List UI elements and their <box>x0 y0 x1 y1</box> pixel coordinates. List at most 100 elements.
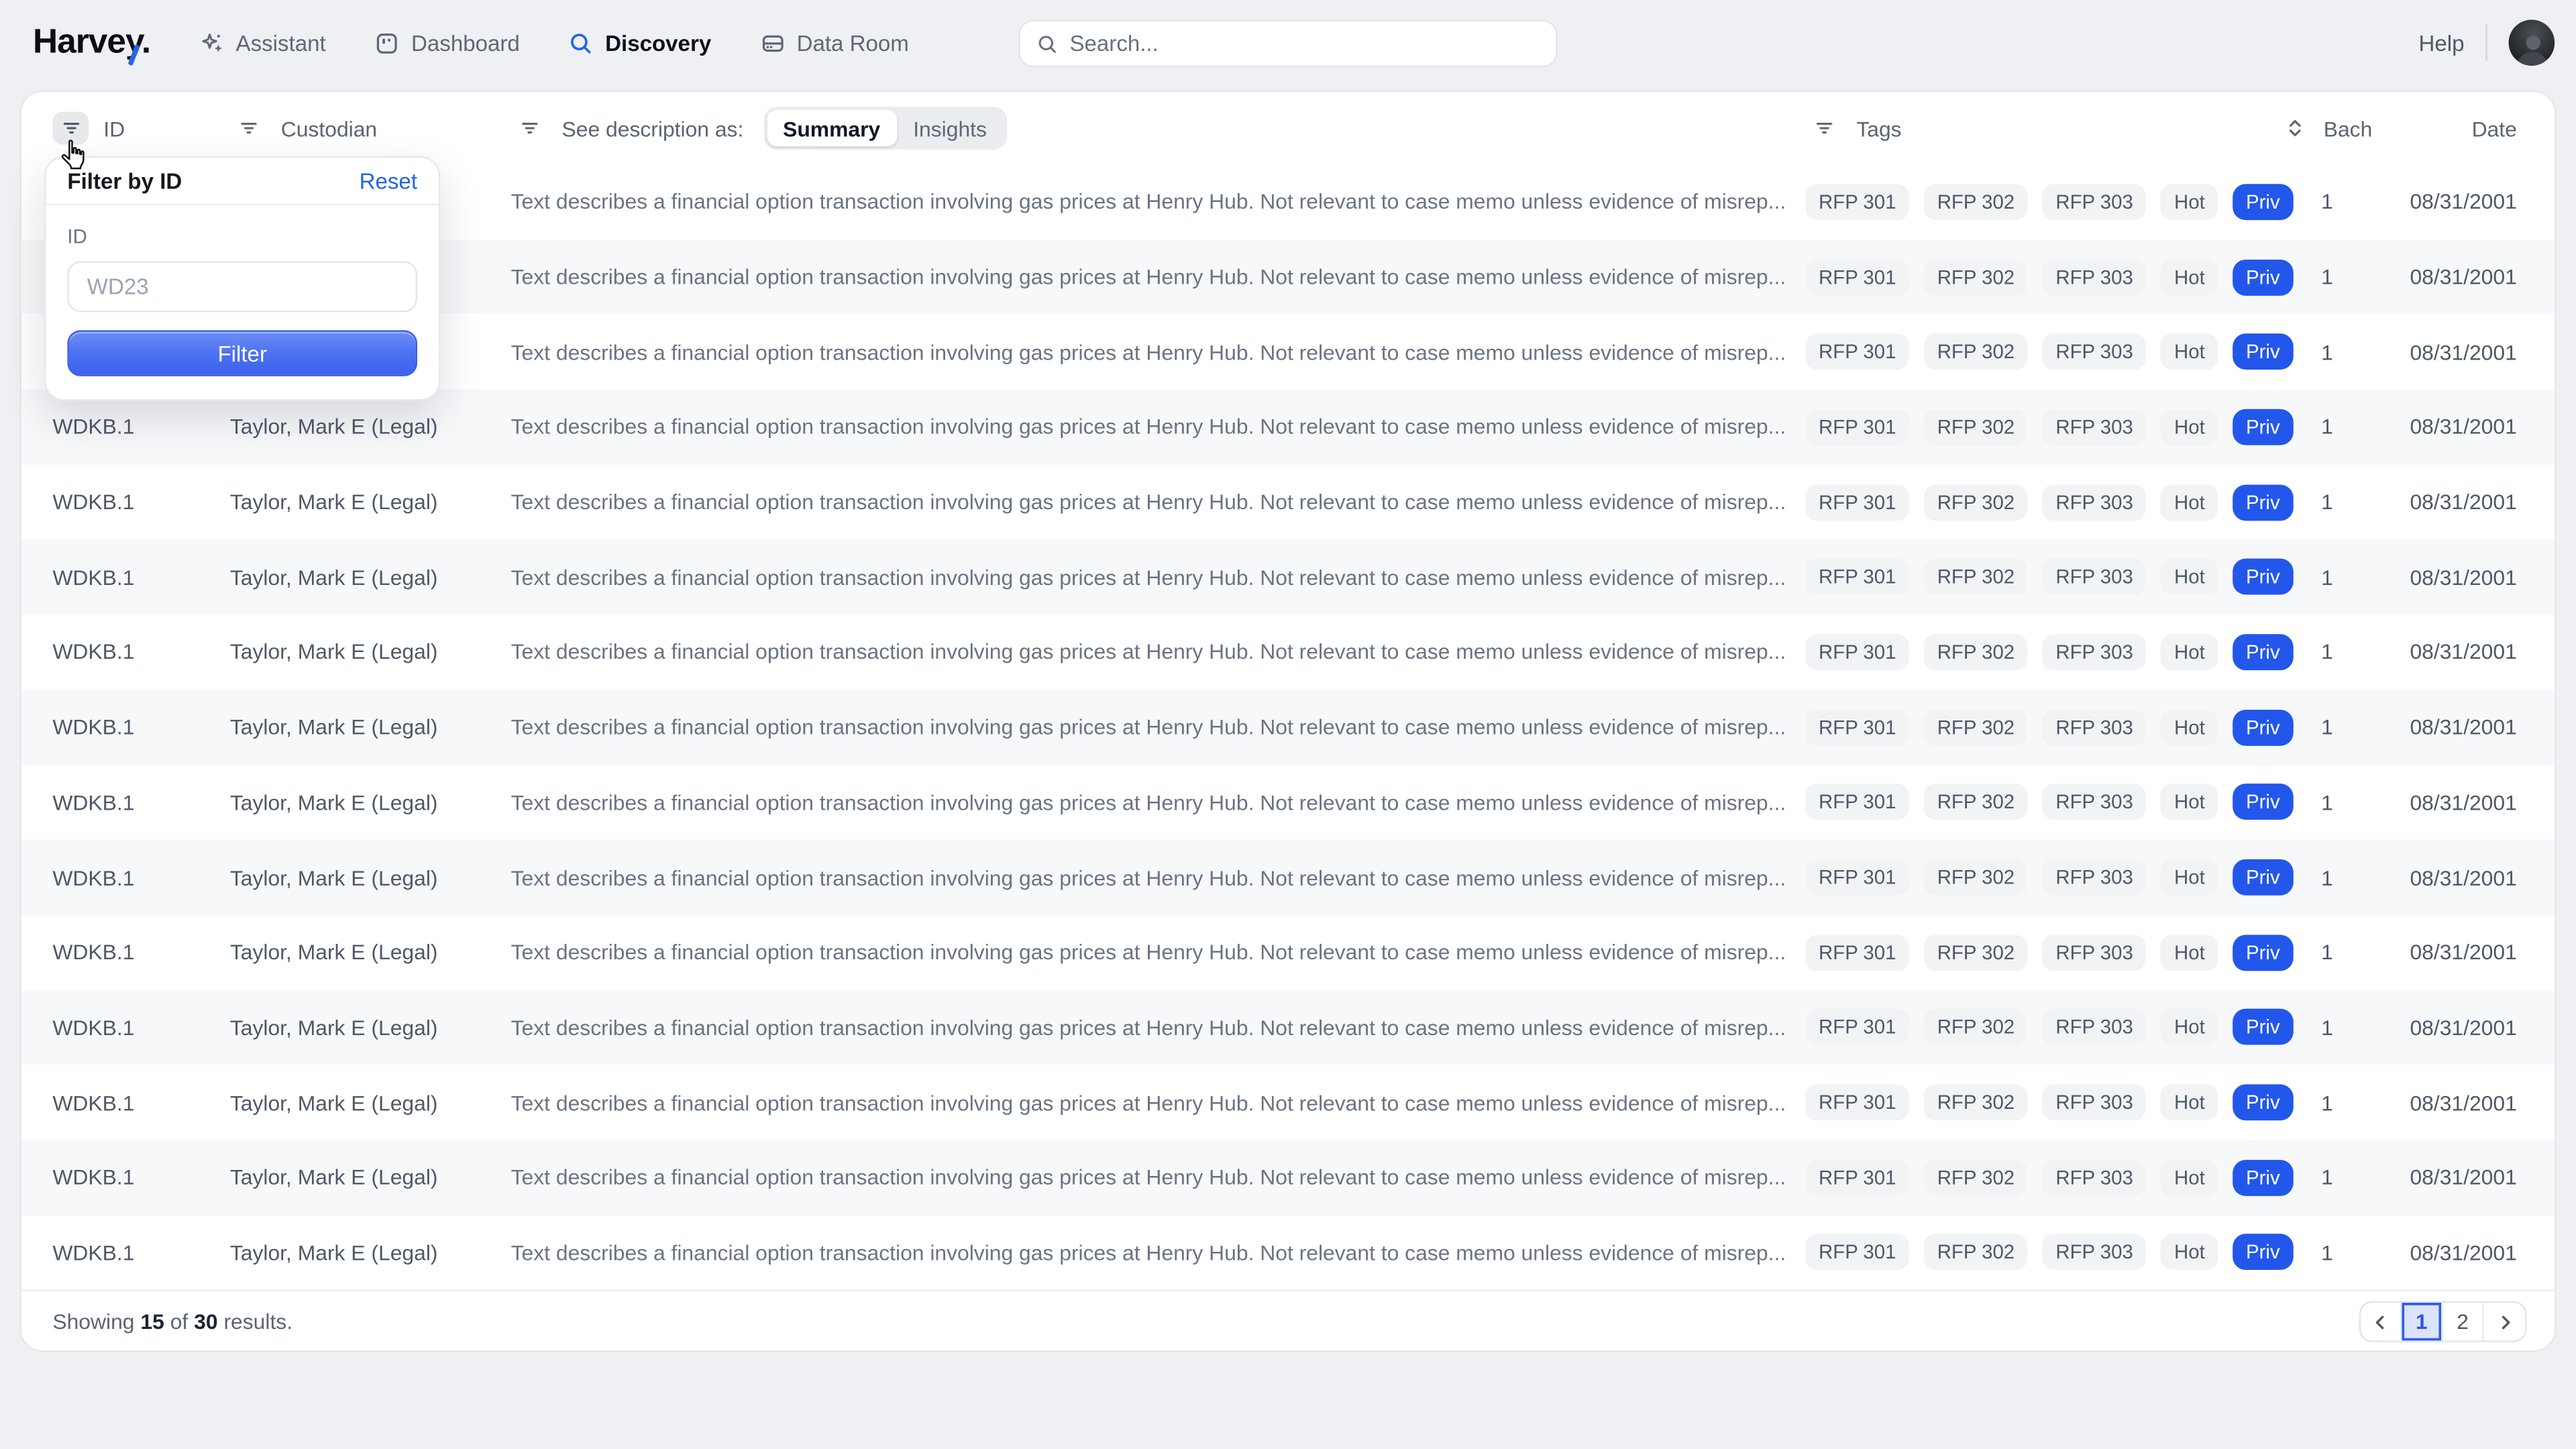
table-row[interactable]: WDKB.1 Taylor, Mark E (Legal) Text descr… <box>21 1215 2555 1290</box>
row-date: 08/31/2001 <box>2372 339 2517 364</box>
batch-sort-button[interactable] <box>2282 112 2309 145</box>
row-description: Text describes a financial option transa… <box>511 1240 1806 1265</box>
row-tags: RFP 301RFP 302RFP 303HotPriv <box>1805 1085 2282 1121</box>
tag-badge: RFP 302 <box>1924 1085 2028 1121</box>
column-label: Custodian <box>281 116 377 141</box>
row-date: 08/31/2001 <box>2372 264 2517 289</box>
table-row[interactable]: WDKB.1 Taylor, Mark E (Legal) Text descr… <box>21 464 2555 539</box>
row-custodian: Taylor, Mark E (Legal) <box>230 715 511 740</box>
nav-tab-assistant[interactable]: Assistant <box>200 30 326 55</box>
user-avatar[interactable] <box>2509 19 2555 66</box>
tag-badge: RFP 303 <box>2043 934 2147 971</box>
row-custodian: Taylor, Mark E (Legal) <box>230 1240 511 1265</box>
tag-badge: RFP 301 <box>1805 709 1909 745</box>
tag-badge: RFP 303 <box>2043 634 2147 670</box>
popup-body: ID Filter <box>46 205 439 399</box>
global-search[interactable] <box>1018 19 1557 67</box>
row-tags: RFP 301RFP 302RFP 303HotPriv <box>1805 334 2282 370</box>
tag-badge: Hot <box>2161 259 2218 295</box>
id-filter-input[interactable] <box>67 261 417 312</box>
tag-badge: RFP 301 <box>1805 334 1909 370</box>
table-row[interactable]: WDKB.1 Taylor, Mark E (Legal) Text descr… <box>21 840 2555 915</box>
table-row[interactable]: WDKB.1 Taylor, Mark E (Legal) Text descr… <box>21 690 2555 765</box>
tag-badge: RFP 301 <box>1805 259 1909 295</box>
row-date: 08/31/2001 <box>2372 640 2517 665</box>
row-custodian: Taylor, Mark E (Legal) <box>230 565 511 590</box>
tag-badge: RFP 301 <box>1805 559 1909 595</box>
row-description: Text describes a financial option transa… <box>511 1015 1806 1040</box>
row-id: WDKB.1 <box>52 1015 229 1040</box>
nav-tab-label: Dashboard <box>411 30 520 55</box>
table-row[interactable]: WDKB.1 Taylor, Mark E (Legal) Text descr… <box>21 1065 2555 1140</box>
description-filter-button[interactable] <box>511 112 547 145</box>
row-tags: RFP 301RFP 302RFP 303HotPriv <box>1805 784 2282 820</box>
tag-badge: RFP 302 <box>1924 1010 2028 1046</box>
row-tags: RFP 301RFP 302RFP 303HotPriv <box>1805 559 2282 595</box>
custodian-filter-button[interactable] <box>230 112 266 145</box>
row-custodian: Taylor, Mark E (Legal) <box>230 790 511 815</box>
column-header-batch: Bach <box>2282 112 2373 145</box>
tag-badge: RFP 301 <box>1805 1085 1909 1121</box>
row-id: WDKB.1 <box>52 940 229 965</box>
next-page-button[interactable] <box>2484 1303 2525 1341</box>
tags-filter-button[interactable] <box>1805 112 1841 145</box>
segment-summary[interactable]: Summary <box>767 110 897 146</box>
tag-badge: RFP 301 <box>1805 484 1909 520</box>
row-batch: 1 <box>2282 640 2373 665</box>
table-row[interactable]: WDKB.1 Taylor, Mark E (Legal) Text descr… <box>21 614 2555 690</box>
row-tags: RFP 301RFP 302RFP 303HotPriv <box>1805 634 2282 670</box>
row-description: Text describes a financial option transa… <box>511 415 1806 439</box>
nav-tab-discovery[interactable]: Discovery <box>569 30 711 55</box>
row-description: Text describes a financial option transa… <box>511 565 1806 590</box>
tag-badge: RFP 302 <box>1924 409 2028 445</box>
tag-badge: Hot <box>2161 334 2218 370</box>
row-date: 08/31/2001 <box>2372 415 2517 439</box>
row-custodian: Taylor, Mark E (Legal) <box>230 865 511 890</box>
page-button-2[interactable]: 2 <box>2443 1303 2484 1341</box>
filter-lines-icon <box>1813 118 1834 138</box>
row-description: Text describes a financial option transa… <box>511 339 1806 364</box>
tag-badge: RFP 303 <box>2043 559 2147 595</box>
row-date: 08/31/2001 <box>2372 940 2517 965</box>
tag-badge: RFP 302 <box>1924 259 2028 295</box>
tag-badge: RFP 301 <box>1805 1010 1909 1046</box>
id-field-label: ID <box>67 225 417 248</box>
harvey-logo[interactable]: Harvey. <box>33 23 150 62</box>
table-row[interactable]: WDKB.1 Taylor, Mark E (Legal) Text descr… <box>21 990 2555 1065</box>
help-link[interactable]: Help <box>2418 30 2464 55</box>
row-id: WDKB.1 <box>52 715 229 740</box>
table-row[interactable]: WDKB.1 Taylor, Mark E (Legal) Text descr… <box>21 1140 2555 1215</box>
table-row[interactable]: WDKB.1 Taylor, Mark E (Legal) Text descr… <box>21 915 2555 990</box>
table-footer: Showing 15 of 30 results. 1 2 <box>21 1290 2555 1352</box>
tag-badge: RFP 301 <box>1805 184 1909 220</box>
row-id: WDKB.1 <box>52 415 229 439</box>
search-input[interactable] <box>1069 32 1539 56</box>
tag-badge: Hot <box>2161 859 2218 896</box>
row-batch: 1 <box>2282 339 2373 364</box>
row-description: Text describes a financial option transa… <box>511 940 1806 965</box>
row-batch: 1 <box>2282 1165 2373 1190</box>
tag-badge: RFP 302 <box>1924 784 2028 820</box>
row-custodian: Taylor, Mark E (Legal) <box>230 490 511 515</box>
column-label: Bach <box>2324 116 2373 141</box>
nav-tab-data-room[interactable]: Data Room <box>761 30 909 55</box>
reset-link[interactable]: Reset <box>360 168 417 193</box>
row-tags: RFP 301RFP 302RFP 303HotPriv <box>1805 709 2282 745</box>
row-batch: 1 <box>2282 490 2373 515</box>
column-label: Tags <box>1856 116 1901 141</box>
row-id: WDKB.1 <box>52 490 229 515</box>
row-description: Text describes a financial option transa… <box>511 790 1806 815</box>
segment-insights[interactable]: Insights <box>897 110 1004 146</box>
tag-badge: Hot <box>2161 559 2218 595</box>
page-button-1[interactable]: 1 <box>2402 1303 2443 1341</box>
nav-tab-dashboard[interactable]: Dashboard <box>375 30 520 55</box>
row-date: 08/31/2001 <box>2372 565 2517 590</box>
table-row[interactable]: WDKB.1 Taylor, Mark E (Legal) Text descr… <box>21 539 2555 614</box>
row-description: Text describes a financial option transa… <box>511 490 1806 515</box>
apply-filter-button[interactable]: Filter <box>67 330 417 376</box>
main-nav: Assistant Dashboard Discovery <box>200 30 909 55</box>
table-row[interactable]: WDKB.1 Taylor, Mark E (Legal) Text descr… <box>21 765 2555 840</box>
logo-dot: . <box>142 23 150 60</box>
prev-page-button[interactable] <box>2361 1303 2402 1341</box>
row-date: 08/31/2001 <box>2372 189 2517 214</box>
